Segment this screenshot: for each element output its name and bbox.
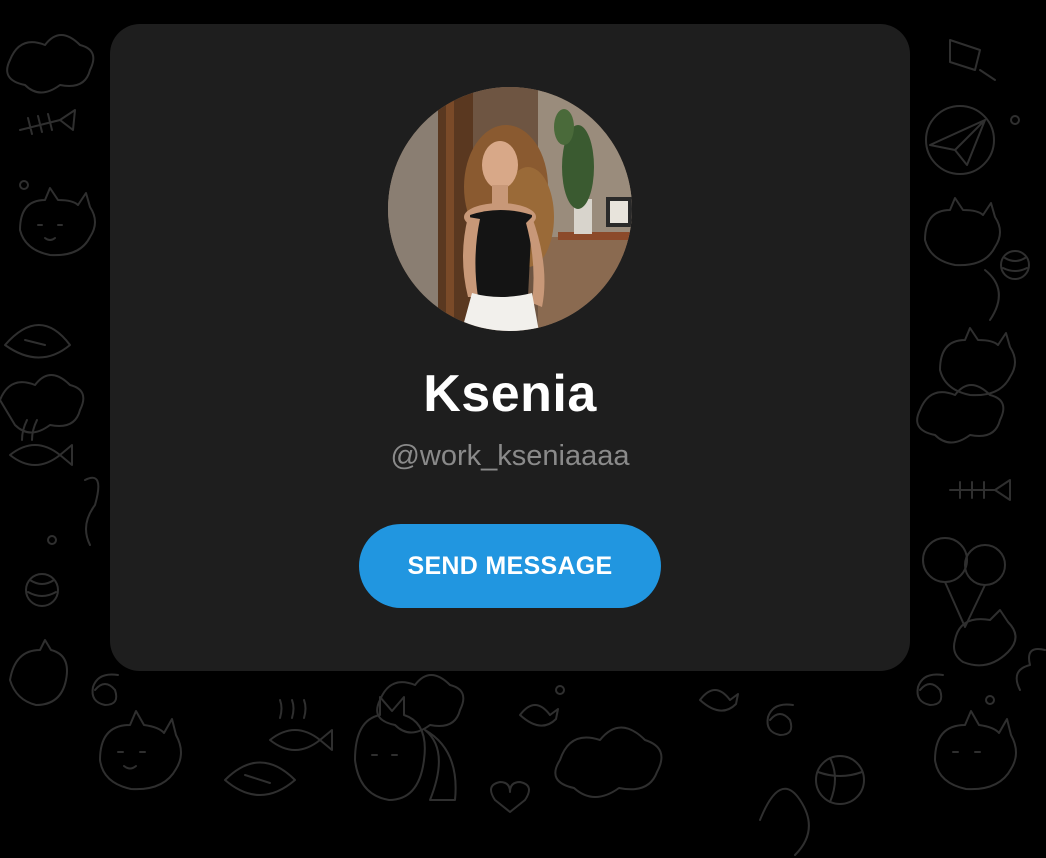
cat-doodle-icon	[19, 187, 96, 257]
bird-doodle-icon	[699, 689, 739, 712]
yarn-ball-doodle-icon	[1000, 250, 1030, 280]
profile-username: @work_kseniaaaa	[390, 440, 630, 472]
profile-page: Ksenia @work_kseniaaaa SEND MESSAGE	[0, 0, 1046, 858]
fish-bone-doodle-icon	[949, 479, 1011, 501]
ball-doodle-icon	[815, 755, 865, 805]
profile-card: Ksenia @work_kseniaaaa SEND MESSAGE	[110, 24, 910, 671]
spiral-doodle-icon	[91, 673, 119, 706]
cloud-doodle-icon	[0, 374, 85, 434]
avatar-photo-illustration	[388, 87, 632, 331]
flag-doodle-icon	[949, 39, 996, 81]
cat-doodle-icon	[924, 197, 1001, 267]
fish-doodle-icon	[269, 699, 333, 751]
balloon-doodle-icon	[922, 537, 968, 583]
fox-tail-doodle-icon	[424, 729, 457, 801]
bird-doodle-icon	[519, 704, 559, 727]
heart-doodle-icon	[490, 781, 530, 813]
profile-avatar[interactable]	[388, 87, 632, 331]
profile-name: Ksenia	[423, 365, 597, 423]
cloud-doodle-icon	[376, 674, 465, 734]
spiral-doodle-icon	[916, 673, 944, 706]
cat-doodle-icon	[354, 696, 426, 801]
bowl-doodle-icon	[4, 324, 71, 359]
fox-doodle-icon	[759, 787, 810, 856]
swirl-doodle-icon	[984, 269, 1000, 321]
cloud-doodle-icon	[6, 34, 95, 94]
cat-doodle-icon	[934, 710, 1017, 791]
dog-doodle-icon	[953, 609, 1017, 667]
swirl-doodle-icon	[84, 476, 100, 546]
cat-doodle-icon	[9, 639, 68, 706]
paper-plane-doodle-icon	[929, 119, 986, 166]
cloud-doodle-icon	[554, 726, 663, 798]
cat-doodle-icon	[99, 710, 182, 791]
cat-doodle-icon	[939, 327, 1016, 397]
send-message-button[interactable]: SEND MESSAGE	[359, 524, 661, 608]
yarn-ball-doodle-icon	[25, 573, 59, 607]
balloon-doodle-icon	[964, 544, 1006, 586]
fish-bone-doodle-icon	[19, 109, 76, 135]
bowl-doodle-icon	[224, 761, 296, 796]
dot-doodle-icon	[19, 180, 29, 190]
spiral-doodle-icon	[766, 703, 794, 736]
flower-doodle-icon	[1015, 648, 1046, 691]
